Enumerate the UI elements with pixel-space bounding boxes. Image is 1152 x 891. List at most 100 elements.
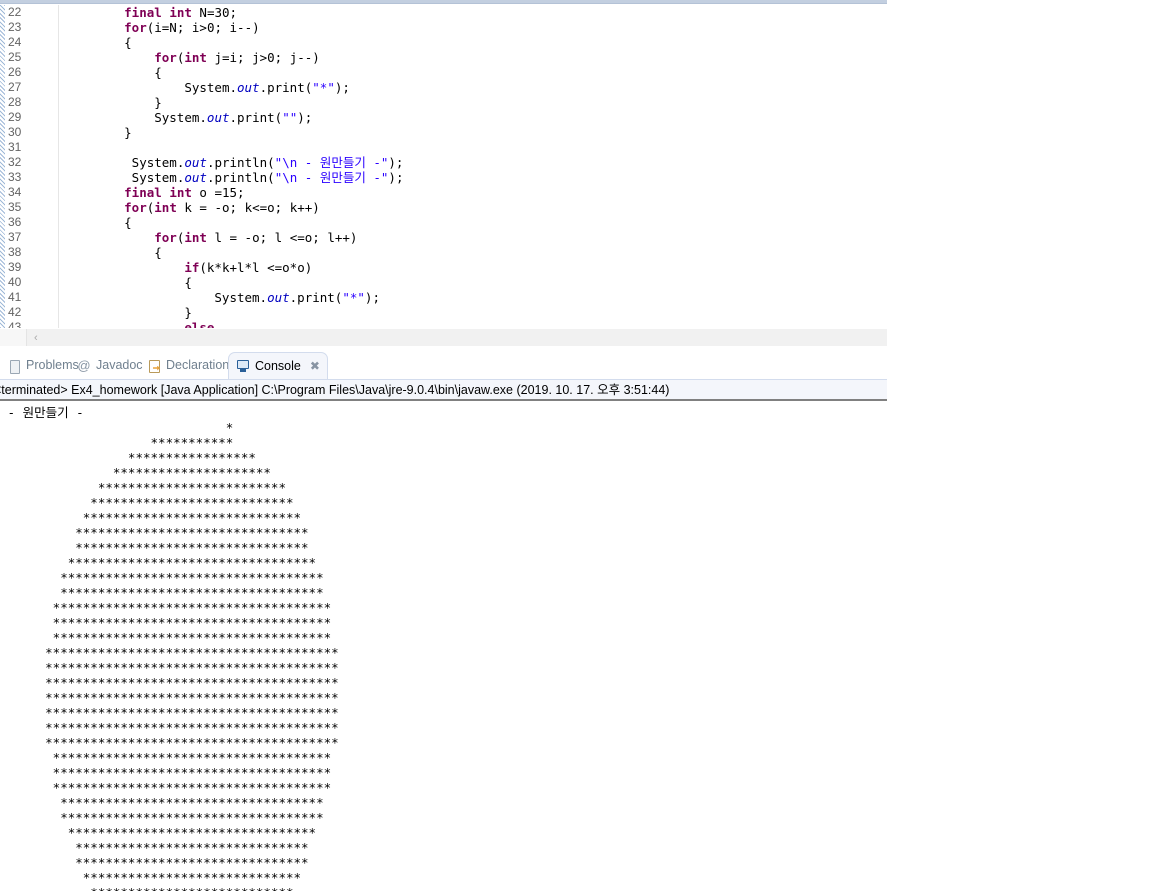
code-token: int <box>184 230 207 245</box>
code-line[interactable]: 26 { <box>0 65 887 80</box>
code-token: System. <box>124 170 185 185</box>
line-number: 38 <box>8 245 22 259</box>
code-editor[interactable]: 22 final int N=30; 23 for(i=N; i>0; i--) 24{… <box>0 5 887 328</box>
console-output-line: ************************************* <box>0 750 332 765</box>
code-token: int <box>154 200 177 215</box>
console-output-line: ************************************* <box>0 765 332 780</box>
code-line[interactable]: 33 System.out.println("\n - 원만들기 -"); <box>0 170 887 185</box>
tab-label: Console <box>255 358 301 373</box>
code-line[interactable]: 43 else <box>0 320 887 328</box>
console-output-line: ******************************* <box>0 855 309 870</box>
code-token: ); <box>388 170 404 185</box>
code-line[interactable]: 29 System.out.print(""); <box>0 110 887 125</box>
javadoc-icon: @ <box>77 357 91 373</box>
code-line[interactable]: 36 { <box>0 215 887 230</box>
code-line[interactable]: 25 for(int j=i; j>0; j--) <box>0 50 887 65</box>
code-token: .print( <box>259 80 313 95</box>
code-line[interactable]: 38 { <box>0 245 887 260</box>
code-text: for(int j=i; j>0; j--) <box>154 50 320 65</box>
tab-javadoc[interactable]: @ Javadoc <box>70 352 150 379</box>
console-output-line: * <box>0 420 234 435</box>
declaration-icon <box>147 359 161 373</box>
code-text: { <box>184 275 192 290</box>
code-text: { <box>124 215 132 230</box>
tab-label: Javadoc <box>96 358 143 372</box>
console-output-line: ******************************* <box>0 540 309 555</box>
console-output-line: *************************** <box>0 495 294 510</box>
code-text: final int N=30; <box>124 5 237 20</box>
problems-icon <box>7 359 21 374</box>
editor-top-accent-bar <box>0 0 887 4</box>
code-line[interactable]: 40 { <box>0 275 887 290</box>
code-line[interactable]: 23 for(i=N; i>0; i--) <box>0 20 887 35</box>
code-token: (i=N; i>0; i--) <box>146 20 260 35</box>
line-number: 36 <box>8 215 22 229</box>
console-output-line: *********************************** <box>0 585 324 600</box>
code-text: final int o =15; <box>124 185 244 200</box>
code-line[interactable]: 41 System.out.print("*"); <box>0 290 887 305</box>
console-icon <box>236 359 250 373</box>
console-output-line: *************************************** <box>0 675 339 690</box>
code-line[interactable]: 37 for(int l = -o; l <=o; l++) <box>0 230 887 245</box>
console-output-line: ************************************* <box>0 600 332 615</box>
code-line[interactable]: 22 final int N=30; <box>0 5 887 20</box>
line-number: 41 <box>8 290 22 304</box>
console-launch-header: <terminated> Ex4_homework [Java Applicat… <box>0 379 887 400</box>
code-token: "\n - 원만들기 -" <box>274 155 389 170</box>
code-token: } <box>154 95 162 110</box>
code-token: k = -o; k<=o; k++) <box>176 200 320 215</box>
code-line[interactable]: 27 System.out.print("*"); <box>0 80 887 95</box>
console-output-line: *************************************** <box>0 720 339 735</box>
line-number: 43 <box>8 320 22 328</box>
code-token: ); <box>334 80 350 95</box>
code-line[interactable]: 32 System.out.println("\n - 원만들기 -"); <box>0 155 887 170</box>
code-text: System.out.print(""); <box>154 110 312 125</box>
code-line[interactable]: 30} <box>0 125 887 140</box>
editor-horizontal-scrollbar[interactable]: ‹ <box>0 328 887 346</box>
close-icon[interactable]: ✖ <box>310 353 320 380</box>
console-output-area[interactable]: - 원만들기 - * *********** *****************… <box>0 405 1152 891</box>
code-line[interactable]: 35 for(int k = -o; k<=o; k++) <box>0 200 887 215</box>
console-output-line: *************************** <box>0 885 1152 891</box>
console-output-line: ********************* <box>0 465 271 480</box>
code-token: } <box>124 125 132 140</box>
line-number: 33 <box>8 170 22 184</box>
code-line[interactable]: 39 if(k*k+l*l <=o*o) <box>0 260 887 275</box>
code-line[interactable]: 31 <box>0 140 887 155</box>
console-output-line: *********************************** <box>0 810 324 825</box>
code-token: .print( <box>289 290 343 305</box>
code-token: N=30; <box>191 5 238 20</box>
code-token: .print( <box>229 110 283 125</box>
code-text: { <box>124 35 132 50</box>
code-line[interactable]: 34 final int o =15; <box>0 185 887 200</box>
code-line[interactable]: 24 { <box>0 35 887 50</box>
code-token: "*" <box>312 80 335 95</box>
code-text: System.out.print("*"); <box>184 80 350 95</box>
code-text: for(int l = -o; l <=o; l++) <box>154 230 357 245</box>
code-line[interactable]: 42} <box>0 305 887 320</box>
console-output-line: *************************************** <box>0 705 339 720</box>
code-line[interactable]: 28} <box>0 95 887 110</box>
code-token: ); <box>388 155 404 170</box>
console-launch-config-label: <terminated> Ex4_homework [Java Applicat… <box>0 383 670 397</box>
tab-declaration[interactable]: Declaration <box>140 352 236 379</box>
code-text: if(k*k+l*l <=o*o) <box>184 260 312 275</box>
scroll-left-arrow-icon[interactable]: ‹ <box>30 329 42 346</box>
console-output-line: ************************************* <box>0 630 332 645</box>
code-text: for(int k = -o; k<=o; k++) <box>124 200 320 215</box>
console-output-line: *********** <box>0 435 234 450</box>
code-token: for <box>154 50 177 65</box>
line-number: 23 <box>8 20 22 34</box>
code-token: out <box>267 290 290 305</box>
code-token: { <box>154 245 162 260</box>
tab-console[interactable]: Console ✖ <box>228 352 328 379</box>
view-tab-bar: Problems @ Javadoc Declaration Console ✖ <box>0 352 887 379</box>
console-output-line: ********************************* <box>0 555 317 570</box>
code-token: for <box>124 200 147 215</box>
code-token: (k*k+l*l <=o*o) <box>199 260 313 275</box>
code-token: out <box>206 110 230 125</box>
code-text: System.out.println("\n - 원만들기 -"); <box>124 170 404 185</box>
code-token: j=i; j>0; j--) <box>206 50 320 65</box>
line-number: 27 <box>8 80 22 94</box>
console-output-line: ********************************* <box>0 825 317 840</box>
